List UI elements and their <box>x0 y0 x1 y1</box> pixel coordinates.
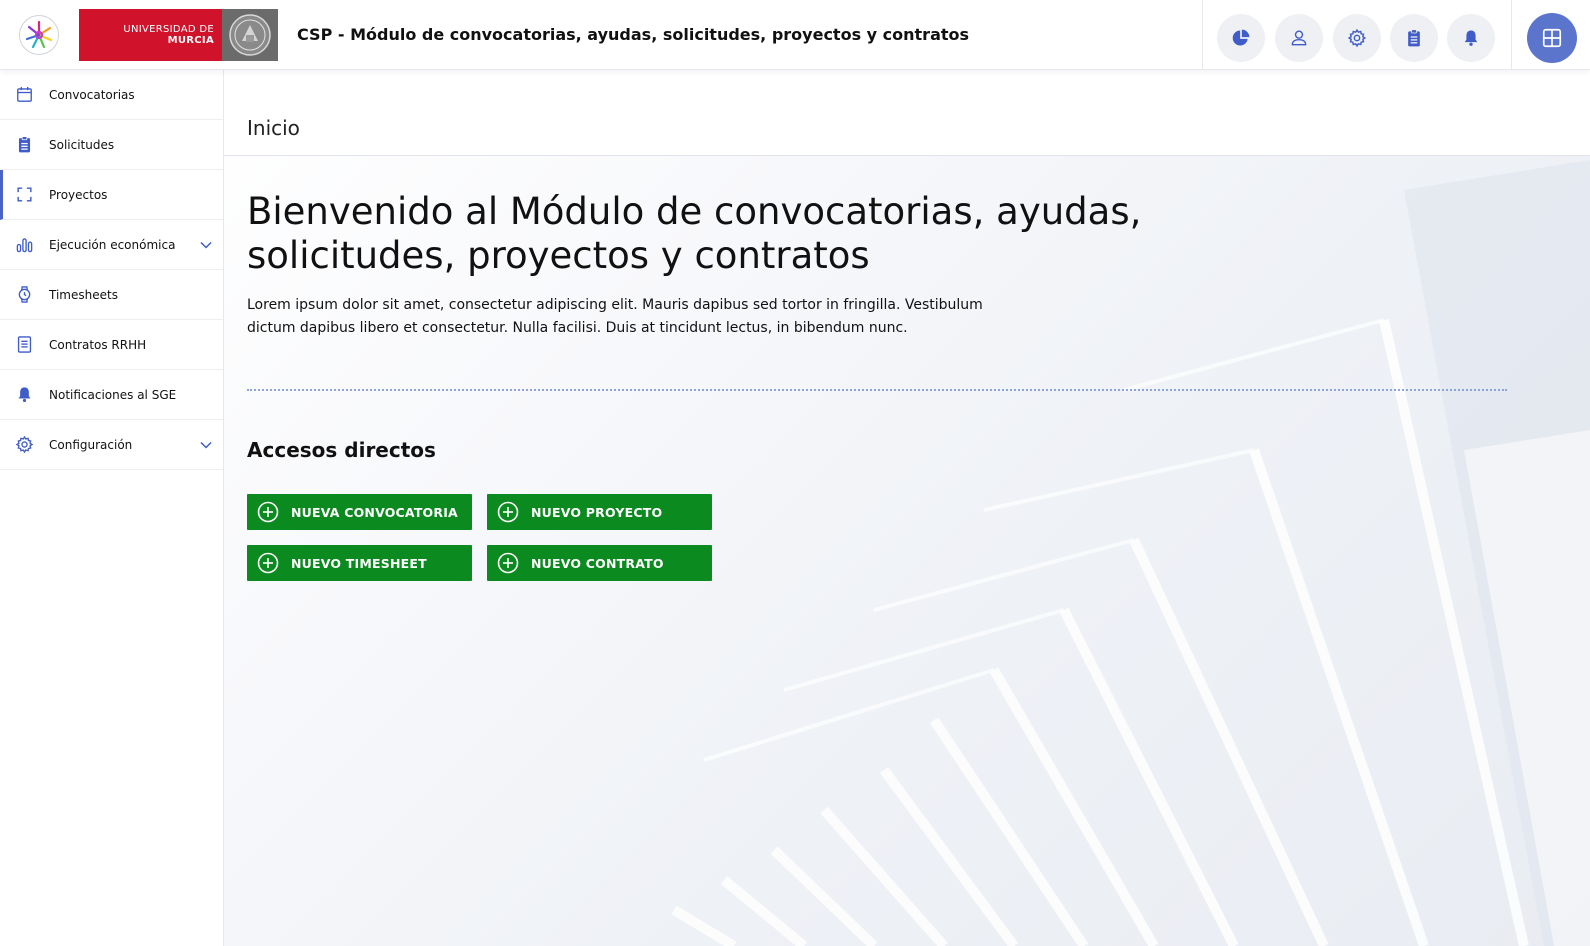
breadcrumb-bar: Inicio <box>224 70 1590 156</box>
main-content: Inicio Bienvenido al Módulo de convocato… <box>224 70 1590 946</box>
sidebar-item-contratos-rrhh[interactable]: Contratos RRHH <box>0 320 223 370</box>
sidebar-item-label: Solicitudes <box>49 137 115 152</box>
sidebar-item-notificaciones-sge[interactable]: Notificaciones al SGE <box>0 370 223 420</box>
sidebar-item-label: Ejecución económica <box>49 237 176 252</box>
breadcrumb: Inicio <box>247 116 300 140</box>
document-icon <box>14 334 34 354</box>
sidebar-item-ejecucion-economica[interactable]: Ejecución económica <box>0 220 223 270</box>
grid-apps-icon <box>1542 28 1562 48</box>
statistics-button[interactable] <box>1217 14 1265 62</box>
button-label: NUEVA CONVOCATORIA <box>291 504 458 520</box>
new-timesheet-button[interactable]: NUEVO TIMESHEET <box>247 545 472 581</box>
bell-icon <box>1464 30 1478 46</box>
clipboard-icon <box>14 134 34 154</box>
sidebar-item-label: Configuración <box>49 437 133 452</box>
sidebar-item-label: Proyectos <box>49 187 108 202</box>
sidebar-item-label: Convocatorias <box>49 87 135 102</box>
notifications-button[interactable] <box>1447 14 1495 62</box>
tasks-button[interactable] <box>1390 14 1438 62</box>
plus-circle-icon <box>497 501 519 523</box>
app-title: CSP - Módulo de convocatorias, ayudas, s… <box>297 25 970 44</box>
bell-icon <box>14 384 34 404</box>
plus-circle-icon <box>257 501 279 523</box>
sidebar-item-solicitudes[interactable]: Solicitudes <box>0 120 223 170</box>
user-icon <box>1291 30 1307 46</box>
gear-icon <box>1347 28 1367 48</box>
chevron-down-icon[interactable] <box>199 238 213 252</box>
welcome-title: Bienvenido al Módulo de convocatorias, a… <box>247 190 1142 277</box>
plus-circle-icon <box>257 552 279 574</box>
new-proyecto-button[interactable]: NUEVO PROYECTO <box>487 494 712 530</box>
shortcuts-title: Accesos directos <box>247 438 436 462</box>
new-convocatoria-button[interactable]: NUEVA CONVOCATORIA <box>247 494 472 530</box>
app-logo[interactable] <box>18 14 60 56</box>
apps-menu-button[interactable] <box>1527 13 1577 63</box>
sidebar-item-label: Notificaciones al SGE <box>49 387 177 402</box>
settings-button[interactable] <box>1333 14 1381 62</box>
clipboard-icon <box>1408 29 1420 47</box>
sidebar-item-label: Contratos RRHH <box>49 337 147 352</box>
calendar-icon <box>14 84 34 104</box>
sidebar-item-convocatorias[interactable]: Convocatorias <box>0 70 223 120</box>
new-contrato-button[interactable]: NUEVO CONTRATO <box>487 545 712 581</box>
button-label: NUEVO TIMESHEET <box>291 555 427 571</box>
plus-circle-icon <box>497 552 519 574</box>
university-line-1: UNIVERSIDAD DE <box>123 23 214 35</box>
university-logo[interactable]: UNIVERSIDAD DE MURCIA <box>79 9 278 61</box>
watch-icon <box>14 284 34 304</box>
section-divider <box>247 389 1507 391</box>
university-line-2: MURCIA <box>167 35 214 46</box>
chevron-down-icon[interactable] <box>199 438 213 452</box>
sidebar: Convocatorias Solicitudes Proyectos Ejec… <box>0 70 224 946</box>
sidebar-item-label: Timesheets <box>49 287 118 302</box>
header-divider <box>1202 0 1203 70</box>
button-label: NUEVO CONTRATO <box>531 555 664 571</box>
button-label: NUEVO PROYECTO <box>531 504 663 520</box>
bar-chart-icon <box>14 234 34 254</box>
university-wordmark: UNIVERSIDAD DE MURCIA <box>79 9 222 61</box>
intro-text: Lorem ipsum dolor sit amet, consectetur … <box>247 297 983 336</box>
pie-chart-icon <box>1232 29 1250 46</box>
frame-icon <box>14 184 34 204</box>
gear-icon <box>14 434 34 454</box>
university-seal-icon <box>222 9 278 61</box>
sidebar-item-proyectos[interactable]: Proyectos <box>0 170 223 220</box>
sidebar-item-configuracion[interactable]: Configuración <box>0 420 223 470</box>
header-divider <box>1511 0 1512 70</box>
user-profile-button[interactable] <box>1275 14 1323 62</box>
sidebar-item-timesheets[interactable]: Timesheets <box>0 270 223 320</box>
top-header: UNIVERSIDAD DE MURCIA CSP - Módulo de co… <box>0 0 1590 70</box>
